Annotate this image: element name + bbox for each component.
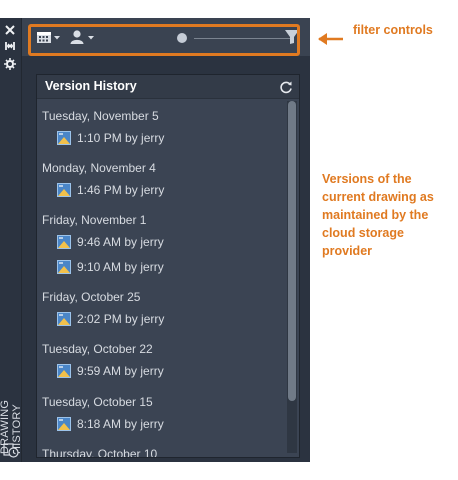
version-label: 1:46 PM by jerry (77, 183, 165, 197)
version-item[interactable]: 1:10 PM by jerry (57, 129, 164, 147)
day-label: Tuesday, October 22 (42, 342, 153, 356)
annotation-arrow-icon (318, 33, 343, 45)
close-icon[interactable] (4, 24, 18, 36)
day-label: Tuesday, November 5 (42, 109, 159, 123)
drawing-file-icon (57, 417, 71, 431)
panel-title: Version History (45, 79, 137, 93)
refresh-icon[interactable] (279, 80, 293, 94)
version-label: 1:10 PM by jerry (77, 131, 165, 145)
version-label: 2:02 PM by jerry (77, 312, 165, 326)
version-history-panel: Version History Tuesday, November 5 1:10… (36, 74, 300, 458)
vertical-scrollbar[interactable] (287, 101, 297, 453)
drawing-file-icon (57, 312, 71, 326)
version-label: 9:59 AM by jerry (77, 364, 164, 378)
filter-controls-annotation: filter controls (353, 23, 433, 37)
version-label: 8:18 AM by jerry (77, 417, 164, 431)
history-clock-icon (3, 442, 19, 458)
drawing-file-icon (57, 364, 71, 378)
panel-header: Version History (37, 75, 299, 99)
version-label: 9:46 AM by jerry (77, 235, 164, 249)
day-label: Tuesday, October 15 (42, 395, 153, 409)
version-list: Tuesday, November 5 1:10 PM by jerry Mon… (37, 99, 287, 458)
palette-side-strip: DRAWING HISTORY (0, 18, 23, 462)
version-label: 9:10 AM by jerry (77, 260, 164, 274)
drawing-file-icon (57, 183, 71, 197)
version-item[interactable]: 1:46 PM by jerry (57, 181, 164, 199)
versions-annotation: Versions of the current drawing as maint… (322, 172, 434, 258)
drawing-file-icon (57, 131, 71, 145)
version-item[interactable]: 9:10 AM by jerry (57, 258, 164, 276)
day-label: Friday, October 25 (42, 290, 141, 304)
filter-controls-highlight (28, 24, 300, 56)
day-label: Friday, November 1 (42, 213, 147, 227)
version-item[interactable]: 9:46 AM by jerry (57, 233, 164, 251)
palette-vertical-title: DRAWING HISTORY (0, 399, 23, 454)
day-label: Thursday, October 10 (42, 447, 158, 458)
day-label: Monday, November 4 (42, 161, 156, 175)
version-item[interactable]: 2:02 PM by jerry (57, 310, 164, 328)
auto-hide-icon[interactable] (4, 40, 18, 52)
version-item[interactable]: 9:59 AM by jerry (57, 362, 164, 380)
drawing-file-icon (57, 260, 71, 274)
drawing-file-icon (57, 235, 71, 249)
drawing-history-palette: DRAWING HISTORY Version History Tuesday,… (0, 18, 310, 462)
properties-gear-icon[interactable] (4, 58, 18, 70)
version-item[interactable]: 8:18 AM by jerry (57, 415, 164, 433)
scroll-thumb[interactable] (288, 101, 296, 401)
